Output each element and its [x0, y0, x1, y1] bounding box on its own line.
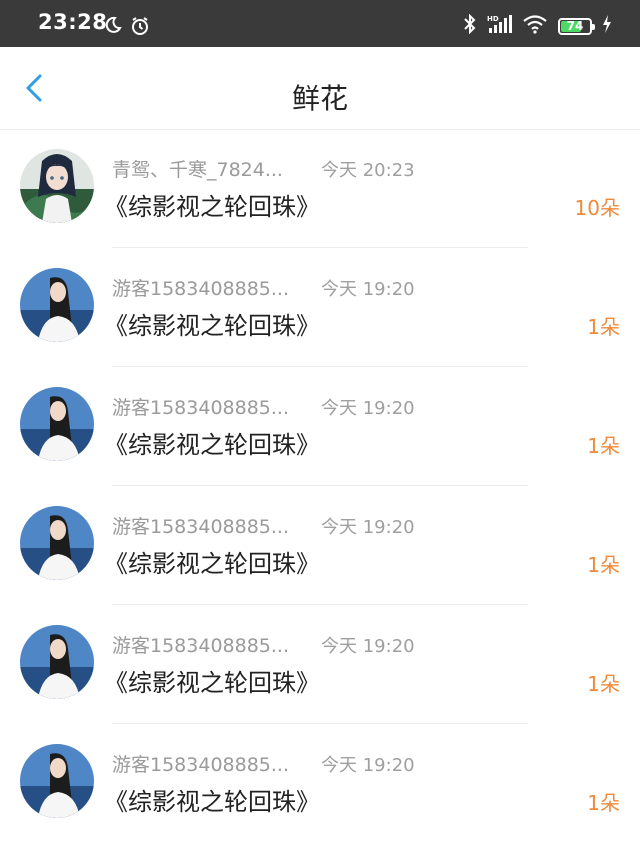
status-left-icons: [104, 16, 150, 40]
avatar[interactable]: [20, 625, 94, 699]
user-name: 青鸳、千寒_7824...: [112, 159, 283, 181]
list-item[interactable]: 游客1583408885... 今天 19:20 《综影视之轮回珠》 1朵: [0, 248, 640, 367]
list-item[interactable]: 游客1583408885... 今天 19:20 《综影视之轮回珠》 1朵: [0, 724, 640, 843]
user-name: 游客1583408885...: [112, 635, 290, 657]
nav-header: 鲜花: [0, 47, 640, 130]
svg-text:HD: HD: [487, 15, 499, 23]
battery-percent: 74: [566, 18, 584, 33]
status-right-icons: HD 74: [464, 13, 612, 38]
bluetooth-icon: [464, 13, 476, 38]
timestamp: 今天 19:20: [321, 398, 415, 419]
timestamp: 今天 20:23: [321, 160, 415, 181]
book-title: 《综影视之轮回珠》: [104, 431, 320, 459]
book-title: 《综影视之轮回珠》: [104, 550, 320, 578]
list-item[interactable]: 游客1583408885... 今天 19:20 《综影视之轮回珠》 1朵: [0, 367, 640, 486]
flower-count: 1朵: [587, 434, 620, 458]
book-title: 《综影视之轮回珠》: [104, 669, 320, 697]
flower-count: 1朵: [587, 315, 620, 339]
wifi-icon: [522, 14, 548, 38]
timestamp: 今天 19:20: [321, 755, 415, 776]
timestamp: 今天 19:20: [321, 636, 415, 657]
avatar[interactable]: [20, 744, 94, 818]
flower-count: 1朵: [587, 672, 620, 696]
avatar[interactable]: [20, 149, 94, 223]
moon-icon: [104, 16, 122, 40]
timestamp: 今天 19:20: [321, 279, 415, 300]
book-title: 《综影视之轮回珠》: [104, 193, 320, 221]
avatar[interactable]: [20, 268, 94, 342]
book-title: 《综影视之轮回珠》: [104, 312, 320, 340]
avatar[interactable]: [20, 387, 94, 461]
battery-nub: [592, 23, 595, 30]
list-item[interactable]: 游客1583408885... 今天 19:20 《综影视之轮回珠》 1朵: [0, 605, 640, 724]
status-bar: 23:28 HD 74: [0, 0, 640, 47]
page-title: 鲜花: [291, 82, 348, 115]
charging-icon: [602, 15, 612, 37]
alarm-icon: [130, 16, 150, 40]
timestamp: 今天 19:20: [321, 517, 415, 538]
flower-count: 1朵: [587, 791, 620, 815]
user-name: 游客1583408885...: [112, 278, 290, 300]
user-name: 游客1583408885...: [112, 516, 290, 538]
status-time: 23:28: [38, 10, 108, 34]
flower-count: 10朵: [574, 196, 620, 220]
flower-list: 青鸳、千寒_7824... 今天 20:23 《综影视之轮回珠》 10朵 游客1…: [0, 129, 640, 843]
list-item[interactable]: 游客1583408885... 今天 19:20 《综影视之轮回珠》 1朵: [0, 486, 640, 605]
book-title: 《综影视之轮回珠》: [104, 788, 320, 816]
battery-icon: 74: [558, 17, 595, 35]
user-name: 游客1583408885...: [112, 754, 290, 776]
user-name: 游客1583408885...: [112, 397, 290, 419]
avatar[interactable]: [20, 506, 94, 580]
hd-signal-icon: HD: [486, 14, 512, 38]
flower-count: 1朵: [587, 553, 620, 577]
list-item[interactable]: 青鸳、千寒_7824... 今天 20:23 《综影视之轮回珠》 10朵: [0, 129, 640, 248]
